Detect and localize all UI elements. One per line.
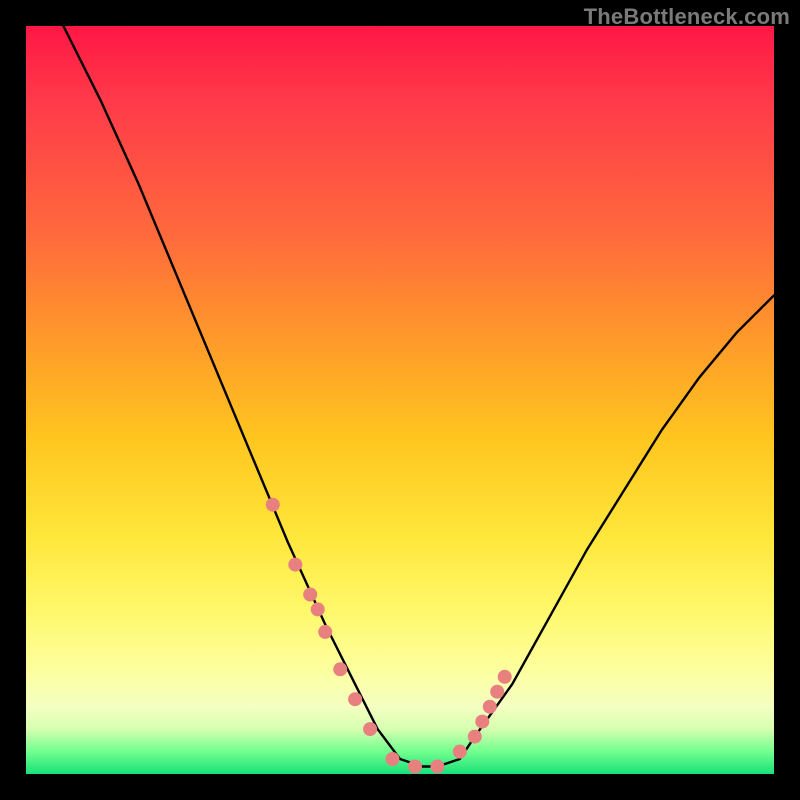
scatter-dot: [498, 670, 512, 684]
scatter-dot: [453, 745, 467, 759]
scatter-dot: [386, 752, 400, 766]
outer-frame: TheBottleneck.com: [0, 0, 800, 800]
scatter-dot: [348, 692, 362, 706]
scatter-dot: [318, 625, 332, 639]
scatter-dot: [468, 730, 482, 744]
scatter-dot: [311, 602, 325, 616]
scatter-dot: [363, 722, 377, 736]
plot-area: [26, 26, 774, 774]
scatter-dot: [303, 588, 317, 602]
scatter-dots: [266, 498, 512, 774]
scatter-dot: [288, 558, 302, 572]
scatter-dot: [430, 760, 444, 774]
scatter-dot: [266, 498, 280, 512]
scatter-dot: [408, 760, 422, 774]
scatter-dot: [483, 700, 497, 714]
chart-svg: [26, 26, 774, 774]
scatter-dot: [333, 662, 347, 676]
scatter-dot: [490, 685, 504, 699]
scatter-dot: [475, 715, 489, 729]
bottleneck-curve: [26, 26, 774, 766]
